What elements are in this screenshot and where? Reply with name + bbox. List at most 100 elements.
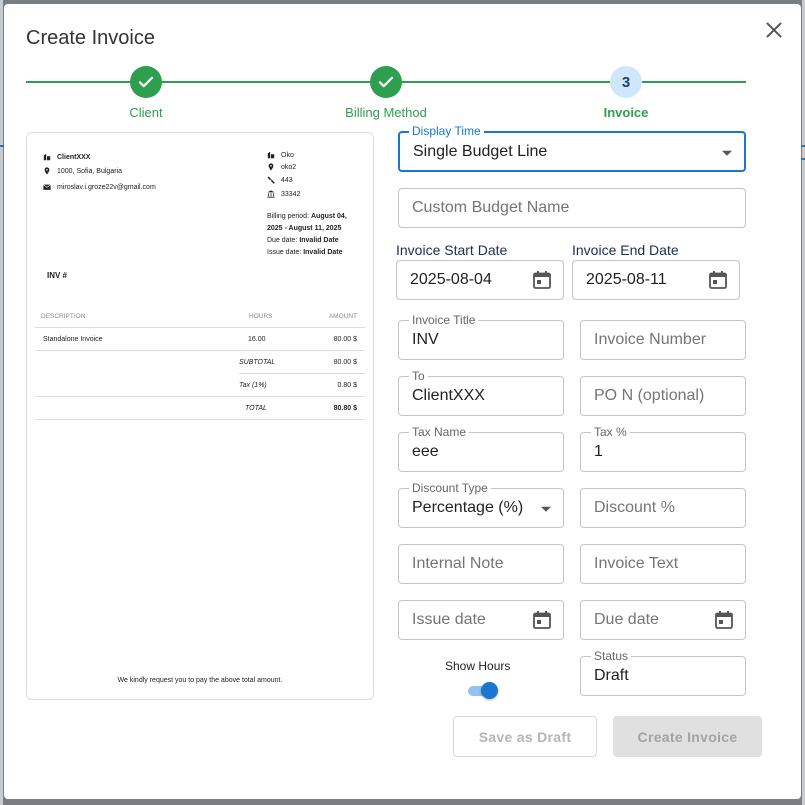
bank-icon (267, 190, 275, 198)
subtotal-row: SUBTOTAL 80.00 $ (239, 351, 365, 374)
step-billing-check-icon (370, 66, 402, 98)
chevron-down-icon (541, 506, 551, 512)
header-description: DESCRIPTION (41, 313, 86, 320)
tax-name-input[interactable]: Tax Name eee (398, 425, 564, 472)
subtotal-amount: 80.00 $ (333, 359, 357, 366)
due-date-input[interactable]: Due date (580, 600, 746, 640)
close-icon[interactable] (764, 20, 784, 40)
table-row: Standalone Invoice 16.00 80.00 $ (35, 328, 365, 351)
custom-budget-name-input[interactable]: Custom Budget Name (398, 188, 746, 228)
step-label-client: Client (129, 105, 163, 120)
preview-client-email-row: miroslav.i.groze22v@gmail.com (43, 183, 156, 191)
status-input[interactable]: Status Draft (580, 649, 746, 696)
header-amount: AMOUNT (328, 313, 357, 320)
status-label: Status (591, 649, 632, 663)
po-number-input[interactable]: PO N (optional) (580, 376, 746, 416)
invoice-number-placeholder: Invoice Number (594, 331, 707, 348)
building-icon (43, 153, 51, 161)
show-hours-toggle[interactable] (468, 682, 502, 700)
preview-company-name: Oko (281, 151, 294, 159)
preview-issue-label: Issue date: (267, 249, 302, 256)
to-input[interactable]: To ClientXXX (398, 369, 564, 416)
preview-client-name: ClientXXX (57, 153, 91, 161)
display-time-label: Display Time (409, 124, 484, 138)
preview-company-line4: 33342 (281, 190, 301, 198)
total-label: TOTAL (245, 405, 267, 412)
invoice-end-date-input[interactable]: 2025-08-11 (572, 260, 740, 300)
row-amount: 80.00 $ (333, 336, 357, 343)
due-date-placeholder: Due date (594, 611, 659, 628)
subtotal-label: SUBTOTAL (239, 359, 276, 366)
preview-due-label: Due date: (267, 237, 298, 244)
table-header: DESCRIPTION HOURS AMOUNT (35, 305, 365, 328)
preview-company-line2: oko2 (281, 163, 297, 171)
invoice-text-input[interactable]: Invoice Text (580, 544, 746, 584)
show-hours-label: Show Hours (445, 659, 511, 673)
preview-due-value: Invalid Date (299, 237, 339, 244)
mail-icon (43, 184, 51, 190)
calendar-icon[interactable] (532, 610, 552, 630)
discount-percent-input[interactable]: Discount % (580, 488, 746, 528)
display-time-value: Single Budget Line (413, 142, 548, 160)
to-label: To (409, 369, 428, 383)
internal-note-input[interactable]: Internal Note (398, 544, 564, 584)
preview-inv-number: INV # (47, 271, 68, 280)
discount-type-label: Discount Type (409, 481, 491, 495)
create-invoice-button[interactable]: Create Invoice (613, 716, 762, 757)
preview-company-line2-row: oko2 (267, 163, 296, 171)
preview-client-address-row: 1000, Sofia, Bulgaria (43, 167, 122, 175)
preview-company-line3-row: 443 (267, 176, 293, 184)
tax-amount: 0.80 $ (337, 382, 357, 389)
total-row: TOTAL 80.80 $ (35, 397, 365, 420)
background-edge-left (0, 0, 3, 805)
tax-name-value: eee (412, 443, 439, 460)
invoice-start-date-input[interactable]: 2025-08-04 (396, 260, 564, 300)
custom-budget-name-placeholder: Custom Budget Name (412, 199, 570, 216)
issue-date-input[interactable]: Issue date (398, 600, 564, 640)
preview-issue-value: Invalid Date (303, 249, 343, 256)
calendar-icon[interactable] (532, 270, 552, 290)
preview-company-line3: 443 (281, 176, 293, 184)
total-amount: 80.80 $ (333, 405, 357, 412)
discount-percent-placeholder: Discount % (594, 499, 675, 516)
display-time-select[interactable]: Display Time Single Budget Line (398, 124, 746, 172)
location-pin-icon (268, 163, 274, 171)
building-icon (267, 151, 275, 159)
preview-footer: We kindly request you to pay the above t… (117, 677, 283, 684)
save-as-draft-button[interactable]: Save as Draft (453, 716, 597, 757)
gavel-icon (267, 176, 275, 184)
invoice-title-label: Invoice Title (409, 313, 479, 327)
tax-percent-input[interactable]: Tax % 1 (580, 425, 746, 472)
tax-percent-label: Tax % (591, 425, 630, 439)
issue-date-placeholder: Issue date (412, 611, 486, 628)
internal-note-placeholder: Internal Note (412, 555, 504, 572)
calendar-icon[interactable] (714, 610, 734, 630)
invoice-number-input[interactable]: Invoice Number (580, 320, 746, 360)
invoice-title-value: INV (412, 331, 439, 348)
step-client-check-icon (130, 66, 162, 98)
step-label-invoice: Invoice (603, 105, 649, 120)
create-invoice-dialog: Create Invoice 3 Client Billing Method I… (4, 4, 801, 799)
discount-type-value: Percentage (%) (412, 499, 524, 516)
dialog-title: Create Invoice (26, 27, 155, 49)
toggle-thumb[interactable] (481, 682, 498, 699)
status-value: Draft (594, 667, 629, 684)
preview-table: DESCRIPTION HOURS AMOUNT Standalone Invo… (35, 305, 365, 420)
calendar-icon[interactable] (708, 270, 728, 290)
invoice-end-date-value: 2025-08-11 (586, 271, 667, 288)
invoice-title-input[interactable]: Invoice Title INV (398, 313, 564, 360)
preview-company-line4-row: 33342 (267, 190, 300, 198)
invoice-start-date-label: Invoice Start Date (396, 242, 508, 258)
to-value: ClientXXX (412, 387, 485, 404)
row-hours: 16.00 (248, 336, 266, 343)
invoice-end-date-label: Invoice End Date (572, 242, 679, 258)
preview-client-name-row: ClientXXX (43, 153, 90, 161)
header-hours: HOURS (249, 313, 273, 320)
discount-type-select[interactable]: Discount Type Percentage (%) (398, 481, 564, 528)
row-description: Standalone Invoice (43, 336, 103, 343)
preview-billing-period-start: August 04, (310, 213, 347, 220)
location-pin-icon (44, 167, 50, 175)
step-invoice-number: 3 (610, 66, 642, 98)
preview-billing-period-label: Billing period: (267, 213, 310, 220)
chevron-down-icon (722, 150, 732, 156)
